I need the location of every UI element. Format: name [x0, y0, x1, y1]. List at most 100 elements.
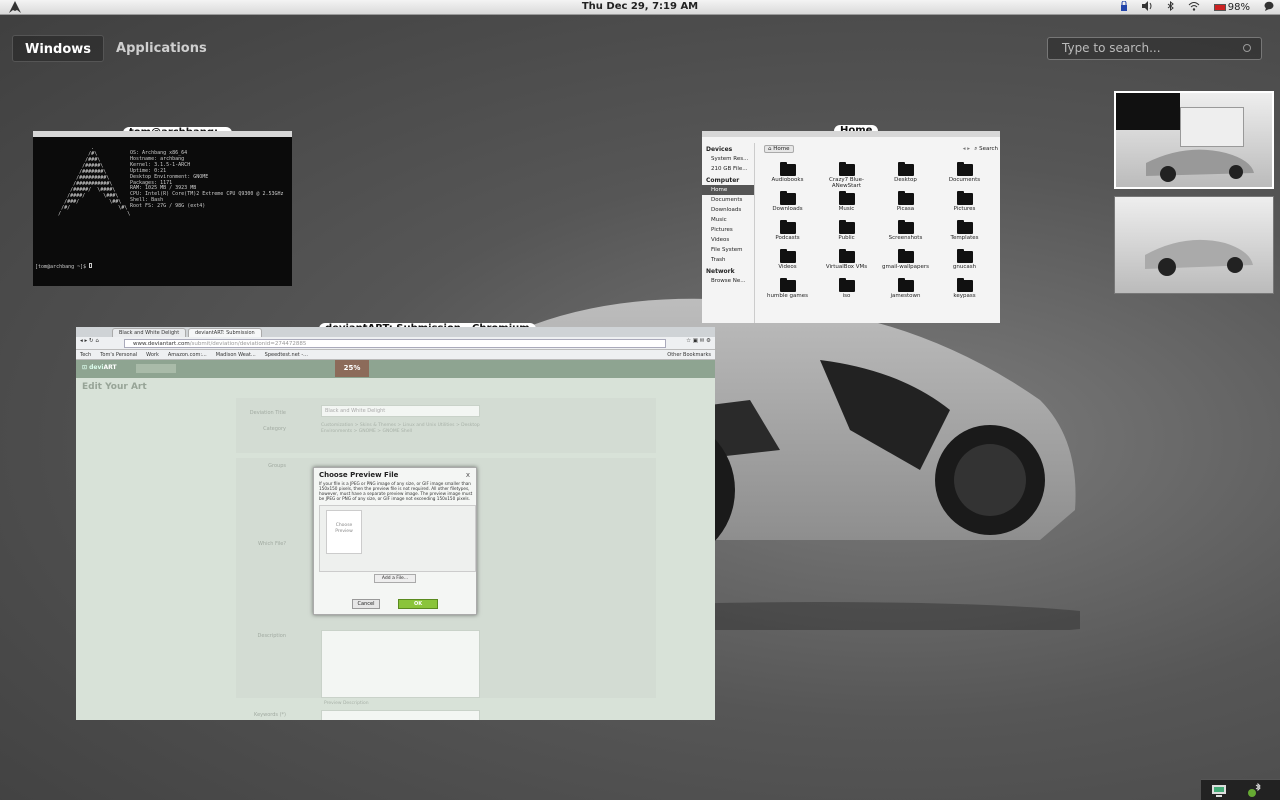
folder-icon: [779, 278, 796, 292]
lock-icon[interactable]: [1120, 0, 1128, 14]
bluetooth-icon[interactable]: [1167, 0, 1174, 14]
terminal-window[interactable]: . /#\ /###\ /#####\ /#######\ /#########…: [33, 131, 292, 286]
promo-badge[interactable]: 25% OFF: [335, 360, 369, 389]
folder-item[interactable]: Downloads: [758, 190, 817, 219]
folder-item[interactable]: Desktop: [876, 161, 935, 190]
category-path[interactable]: Customization > Skins & Themes > Linux a…: [321, 423, 501, 435]
clock[interactable]: Thu Dec 29, 7:19 AM: [0, 1, 1280, 12]
folder-item[interactable]: Videos: [758, 248, 817, 277]
folder-item[interactable]: gmail-wallpapers: [876, 248, 935, 277]
cancel-button[interactable]: Cancel: [352, 599, 380, 609]
omnibox[interactable]: www.deviantart.com/submit/deviation/devi…: [124, 339, 666, 348]
network-manager-icon[interactable]: [1211, 783, 1227, 798]
sidebar-section-header: Computer: [706, 177, 740, 184]
bookmarks-bar: Tech Tom's Personal Work Amazon.com:... Madi…: [76, 350, 715, 360]
close-icon[interactable]: x: [466, 471, 470, 479]
folder-item[interactable]: gnucash: [935, 248, 994, 277]
search-input[interactable]: Type to search...: [1047, 37, 1262, 60]
back-forward-reload-icons[interactable]: ◂ ▸ ↻ ⌂: [80, 338, 99, 344]
folder-item[interactable]: keypass: [935, 277, 994, 306]
sidebar-item[interactable]: Browse Ne...: [702, 276, 754, 286]
folder-item[interactable]: Documents: [935, 161, 994, 190]
folder-item[interactable]: iso: [817, 277, 876, 306]
sidebar-item[interactable]: File System: [702, 245, 754, 255]
workspace-thumbnail-2[interactable]: [1114, 196, 1274, 294]
bookmark-item[interactable]: Work: [146, 352, 159, 358]
preview-description-link[interactable]: Preview Description: [324, 701, 369, 706]
description-textarea[interactable]: [321, 630, 480, 698]
workspace-thumbnail-1[interactable]: [1114, 91, 1274, 189]
add-file-button[interactable]: Add a File...: [374, 574, 416, 583]
preview-placeholder: Choose Preview: [326, 510, 362, 554]
chat-icon[interactable]: [1264, 1, 1274, 14]
url-path: /submit/deviation/deviationid=274472885: [189, 341, 307, 347]
deviantart-logo[interactable]: ⊡ deviART: [82, 364, 117, 371]
folder-item[interactable]: jamestown: [876, 277, 935, 306]
overview-tabs: Windows Applications: [12, 35, 219, 62]
folder-label: humble games: [767, 293, 808, 299]
folder-item[interactable]: Podcasts: [758, 219, 817, 248]
file-manager-window[interactable]: Devices System Res... 210 GB File... Comput…: [702, 131, 1000, 323]
sidebar-item[interactable]: Trash: [702, 255, 754, 265]
bookmark-item[interactable]: Amazon.com:...: [168, 352, 207, 358]
battery-indicator[interactable]: 98%: [1213, 2, 1250, 13]
folder-item[interactable]: Templates: [935, 219, 994, 248]
wrench-icon[interactable]: ☆ ▣ ✉ ⚙: [686, 338, 711, 344]
da-search-input[interactable]: [136, 364, 176, 373]
preview-dropzone[interactable]: Choose Preview: [319, 505, 476, 572]
other-bookmarks[interactable]: Other Bookmarks: [667, 352, 711, 358]
sidebar-item[interactable]: Documents: [702, 195, 754, 205]
breadcrumb-home[interactable]: ⌂ Home: [764, 145, 794, 153]
folder-item[interactable]: Picasa: [876, 190, 935, 219]
folder-item[interactable]: Pictures: [935, 190, 994, 219]
bookmark-item[interactable]: Tech: [80, 352, 91, 358]
folder-item[interactable]: Crazy7 Blue-ANewStart: [817, 161, 876, 190]
bookmark-item[interactable]: Tom's Personal: [100, 352, 137, 358]
sidebar-item[interactable]: Pictures: [702, 225, 754, 235]
search-placeholder: Type to search...: [1062, 41, 1161, 55]
info-line: Root FS: 27G / 98G (ext4): [130, 203, 206, 210]
browser-tab-active[interactable]: deviantART: Submission: [188, 328, 262, 337]
ok-button[interactable]: OK: [398, 599, 438, 609]
wifi-icon[interactable]: [1188, 1, 1200, 14]
nav-arrows[interactable]: ◂ ▸: [963, 146, 970, 152]
sidebar-item[interactable]: Videos: [702, 235, 754, 245]
folder-item[interactable]: Public: [817, 219, 876, 248]
sidebar-item[interactable]: Downloads: [702, 205, 754, 215]
folder-icon: [838, 278, 855, 292]
sidebar-item[interactable]: 210 GB File...: [702, 164, 754, 174]
folder-grid: Audiobooks Crazy7 Blue-ANewStart Desktop Do…: [758, 161, 1000, 323]
cursor-icon: [89, 263, 93, 268]
bookmark-item[interactable]: Madison Weat...: [216, 352, 256, 358]
folder-item[interactable]: Audiobooks: [758, 161, 817, 190]
volume-icon[interactable]: [1141, 1, 1153, 14]
folder-label: gnucash: [952, 264, 977, 270]
folder-item[interactable]: VirtualBox VMs: [817, 248, 876, 277]
browser-tab[interactable]: Black and White Delight: [112, 328, 187, 337]
battery-percent: 98%: [1227, 2, 1250, 13]
folder-label: Music: [838, 206, 855, 212]
folder-label: Screenshots: [888, 235, 923, 241]
bluetooth-applet-icon[interactable]: [1247, 783, 1263, 798]
sidebar-item[interactable]: Home: [702, 185, 754, 195]
top-panel: Thu Dec 29, 7:19 AM 98%: [0, 0, 1280, 15]
sidebar-item[interactable]: System Res...: [702, 154, 754, 164]
tab-strip: Black and White Delight deviantART: Subm…: [76, 327, 715, 337]
keywords-input[interactable]: [321, 710, 480, 720]
search-button[interactable]: ⌕ Search: [974, 146, 998, 153]
sidebar-item[interactable]: Music: [702, 215, 754, 225]
deviation-title-input[interactable]: Black and White Delight: [321, 405, 480, 417]
folder-item[interactable]: Screenshots: [876, 219, 935, 248]
tab-applications[interactable]: Applications: [104, 35, 219, 62]
folder-icon: [897, 220, 914, 234]
tab-windows[interactable]: Windows: [12, 35, 105, 62]
folder-label: Audiobooks: [771, 177, 804, 183]
bookmark-item[interactable]: Speedtest.net -...: [265, 352, 308, 358]
folder-icon: [956, 191, 973, 205]
folder-label: keypass: [953, 293, 976, 299]
car-thumbnail: [1145, 239, 1253, 276]
folder-item[interactable]: Music: [817, 190, 876, 219]
folder-item[interactable]: humble games: [758, 277, 817, 306]
terminal-prompt[interactable]: [tom@archbang ~]$: [35, 263, 93, 270]
folder-label: iso: [842, 293, 851, 299]
